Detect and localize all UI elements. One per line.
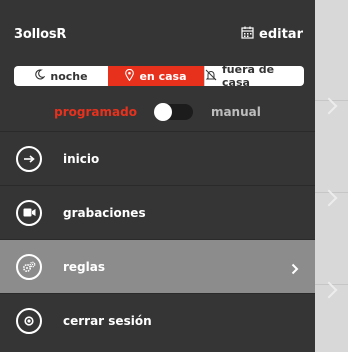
- menu-item-grabaciones[interactable]: grabaciones: [0, 185, 315, 239]
- mode-night-label: noche: [50, 69, 88, 83]
- edit-label: editar: [259, 27, 303, 42]
- menu-item-reglas[interactable]: reglas: [0, 239, 315, 293]
- menu-item-label: inicio: [63, 151, 100, 166]
- menu-item-inicio[interactable]: inicio: [0, 131, 315, 185]
- menu-item-label: cerrar sesión: [63, 313, 152, 328]
- gears-icon: [16, 253, 42, 280]
- mode-home-button[interactable]: en casa: [108, 66, 204, 86]
- bell-slash-icon: [205, 69, 217, 84]
- drawer-header: 3ollosR editar: [0, 0, 315, 58]
- background-app-content: [315, 0, 348, 352]
- manual-label[interactable]: manual: [211, 105, 261, 119]
- app-title: 3ollosR: [14, 27, 67, 42]
- side-drawer: 3ollosR editar noche en casa fuera de ca…: [0, 0, 315, 352]
- menu-item-cerrar-sesion[interactable]: cerrar sesión: [0, 293, 315, 347]
- mode-selector: noche en casa fuera de casa: [14, 66, 304, 86]
- arrow-right-icon: [16, 145, 42, 172]
- moon-icon: [34, 69, 46, 83]
- schedule-toggle[interactable]: [153, 103, 193, 121]
- mode-away-label: fuera de casa: [222, 66, 275, 86]
- edit-button[interactable]: editar: [241, 26, 303, 43]
- mode-night-button[interactable]: noche: [14, 66, 108, 86]
- menu-item-label: grabaciones: [63, 205, 146, 220]
- menu-item-label: reglas: [63, 259, 105, 274]
- mode-home-label: en casa: [139, 69, 187, 83]
- mode-away-button[interactable]: fuera de casa: [204, 66, 304, 86]
- calendar-icon: [241, 26, 254, 43]
- chevron-right-icon: [291, 260, 299, 279]
- drawer-menu: inicio grabaciones reglas cerrar sesión: [0, 131, 315, 347]
- power-icon: [16, 307, 42, 334]
- location-pin-icon: [125, 68, 135, 84]
- programmed-label[interactable]: programado: [54, 105, 137, 119]
- video-camera-icon: [16, 199, 42, 226]
- schedule-toggle-row: programado manual: [0, 97, 315, 127]
- toggle-knob: [153, 103, 172, 121]
